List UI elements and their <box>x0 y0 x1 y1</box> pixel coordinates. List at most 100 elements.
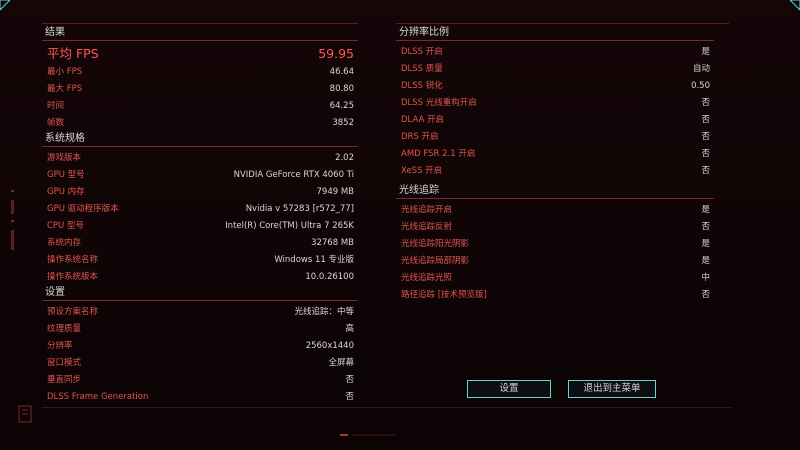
spec-label: 操作系统版本 <box>47 272 99 282</box>
exit-to-main-menu-button[interactable]: 退出到主菜单 <box>568 380 656 398</box>
stat-label: 最大 FPS <box>47 84 83 94</box>
option-row: DRS 开启 否 <box>396 129 714 146</box>
stat-label: 帧数 <box>47 118 65 128</box>
setting-row: 纹理质量 高 <box>42 321 358 338</box>
spec-value: Windows 11 专业版 <box>274 255 354 265</box>
spec-label: GPU 内存 <box>47 187 85 197</box>
option-row: DLSS 质量 自动 <box>396 61 714 78</box>
option-row: 光线追踪反射 否 <box>396 219 714 236</box>
raytracing-header: 光线追踪 <box>396 184 714 199</box>
stat-value: 46.64 <box>329 67 354 77</box>
option-row: AMD FSR 2.1 开启 否 <box>396 146 714 163</box>
stat-value: 64.25 <box>329 101 354 111</box>
setting-label: 纹理质量 <box>47 324 82 334</box>
spec-row: 操作系统名称 Windows 11 专业版 <box>42 252 358 269</box>
option-value: 自动 <box>692 64 710 74</box>
setting-row: 垂直同步 否 <box>42 372 358 389</box>
option-row: DLAA 开启 否 <box>396 112 714 129</box>
option-row: XeSS 开启 否 <box>396 163 714 180</box>
bottom-left-deco-icon <box>18 405 32 423</box>
setting-value: 2560x1440 <box>305 341 354 351</box>
setting-label: 分辨率 <box>47 341 73 351</box>
resolution-section: 分辨率比例 DLSS 开启 是 DLSS 质量 自动 DLSS 锐化 0.50 DLS… <box>396 26 714 180</box>
divider-bottom <box>42 407 732 408</box>
option-label: AMD FSR 2.1 开启 <box>401 149 476 159</box>
resolution-header: 分辨率比例 <box>396 26 714 41</box>
spec-value: 32768 MB <box>311 238 354 248</box>
system-header: 系统规格 <box>42 132 358 147</box>
option-value: 是 <box>701 47 710 57</box>
option-row: DLSS 锐化 0.50 <box>396 78 714 95</box>
sidebar-decoration-icon <box>11 190 14 250</box>
triangle-corner-icon <box>0 0 11 11</box>
option-value: 否 <box>701 290 710 300</box>
spec-label: 操作系统名称 <box>47 255 99 265</box>
spec-label: CPU 型号 <box>47 221 84 231</box>
spec-label: GPU 型号 <box>47 170 85 180</box>
spec-label: 系统内存 <box>47 238 82 248</box>
option-value: 否 <box>701 222 710 232</box>
spec-label: 游戏版本 <box>47 153 82 163</box>
setting-label: 预设方案名称 <box>47 307 99 317</box>
setting-value: 高 <box>345 324 354 334</box>
divider-right-top <box>396 23 729 24</box>
setting-row: 预设方案名称 光线追踪：中等 <box>42 304 358 321</box>
settings-section: 设置 预设方案名称 光线追踪：中等 纹理质量 高 分辨率 2560x1440 窗口模式… <box>42 286 358 406</box>
stat-value: 59.95 <box>318 46 354 61</box>
settings-button[interactable]: 设置 <box>467 380 551 398</box>
option-value: 是 <box>701 205 710 215</box>
setting-label: 垂直同步 <box>47 375 82 385</box>
option-row: DLSS 光线重构开启 否 <box>396 95 714 112</box>
option-label: XeSS 开启 <box>401 166 443 176</box>
spec-row: 操作系统版本 10.0.26100 <box>42 269 358 286</box>
right-column: 分辨率比例 DLSS 开启是 DLSS 质量 自动 DLSS 锐化 0.50 DLS… <box>396 26 714 304</box>
stat-row-time: 时间 64.25 <box>42 98 358 115</box>
bottom-center-deco-icon <box>340 434 396 436</box>
spec-row: 系统内存 32768 MB <box>42 235 358 252</box>
spec-row: GPU 驱动程序版本 Nvidia v 57283 [r572_77] <box>42 201 358 218</box>
stat-label: 平均 FPS <box>47 46 99 61</box>
spec-row: GPU 内存 7949 MB <box>42 184 358 201</box>
triangle-corner-icon-right <box>789 0 800 11</box>
spec-value: Intel(R) Core(TM) Ultra 7 265K <box>225 221 354 231</box>
spec-value: Nvidia v 57283 [r572_77] <box>245 204 354 214</box>
stat-row-min-fps: 最小 FPS 46.64 <box>42 64 358 81</box>
spec-row: GPU 型号 NVIDIA GeForce RTX 4060 Ti <box>42 167 358 184</box>
setting-row: 分辨率 2560x1440 <box>42 338 358 355</box>
option-value: 否 <box>701 149 710 159</box>
option-label: DLSS 质量 <box>401 64 443 74</box>
option-row: 路径追踪 [技术预览版] 否 <box>396 287 714 304</box>
spec-value: 10.0.26100 <box>305 272 354 282</box>
option-value: 否 <box>701 132 710 142</box>
setting-row: 窗口模式 全屏幕 <box>42 355 358 372</box>
option-value: 否 <box>701 166 710 176</box>
results-header: 结果 <box>42 26 358 41</box>
setting-value: 否 <box>345 375 354 385</box>
spec-row: 游戏版本 2.02 <box>42 150 358 167</box>
system-section: 系统规格 游戏版本 2.02 GPU 型号 NVIDIA GeForce RTX 4… <box>42 132 358 286</box>
spec-row: CPU 型号 Intel(R) Core(TM) Ultra 7 265K <box>42 218 358 235</box>
spec-value: 7949 MB <box>316 187 355 197</box>
setting-value: 光线追踪：中等 <box>294 307 354 317</box>
spec-label: GPU 驱动程序版本 <box>47 204 119 214</box>
spec-value: 2.02 <box>335 153 354 163</box>
spec-value: NVIDIA GeForce RTX 4060 Ti <box>233 170 354 180</box>
option-label: DLSS 锐化 <box>401 81 443 91</box>
stat-row-max-fps: 最大 FPS 80.80 <box>42 81 358 98</box>
setting-value: 全屏幕 <box>328 358 354 368</box>
setting-label: 窗口模式 <box>47 358 82 368</box>
stat-row-frames: 帧数 3852 <box>42 115 358 132</box>
stat-row-avg-fps: 平均 FPS 59.95 <box>42 44 358 64</box>
option-row: 光线追踪局部阴影 是 <box>396 253 714 270</box>
raytracing-section: 光线追踪 光线追踪开启是 光线追踪反射否 光线追踪阳光阴影是 光线追踪局部阴影是… <box>396 184 714 304</box>
stat-label: 时间 <box>47 101 65 111</box>
option-value: 0.50 <box>691 81 710 91</box>
setting-row: DLSS Frame Generation 否 <box>42 389 358 406</box>
option-row: 光线追踪光照 中 <box>396 270 714 287</box>
option-value: 中 <box>701 273 710 283</box>
setting-label: DLSS Frame Generation <box>47 392 149 402</box>
stat-value: 80.80 <box>329 84 354 94</box>
stat-label: 最小 FPS <box>47 67 83 77</box>
option-label: 光线追踪光照 <box>401 273 453 283</box>
option-label: DLAA 开启 <box>401 115 445 125</box>
